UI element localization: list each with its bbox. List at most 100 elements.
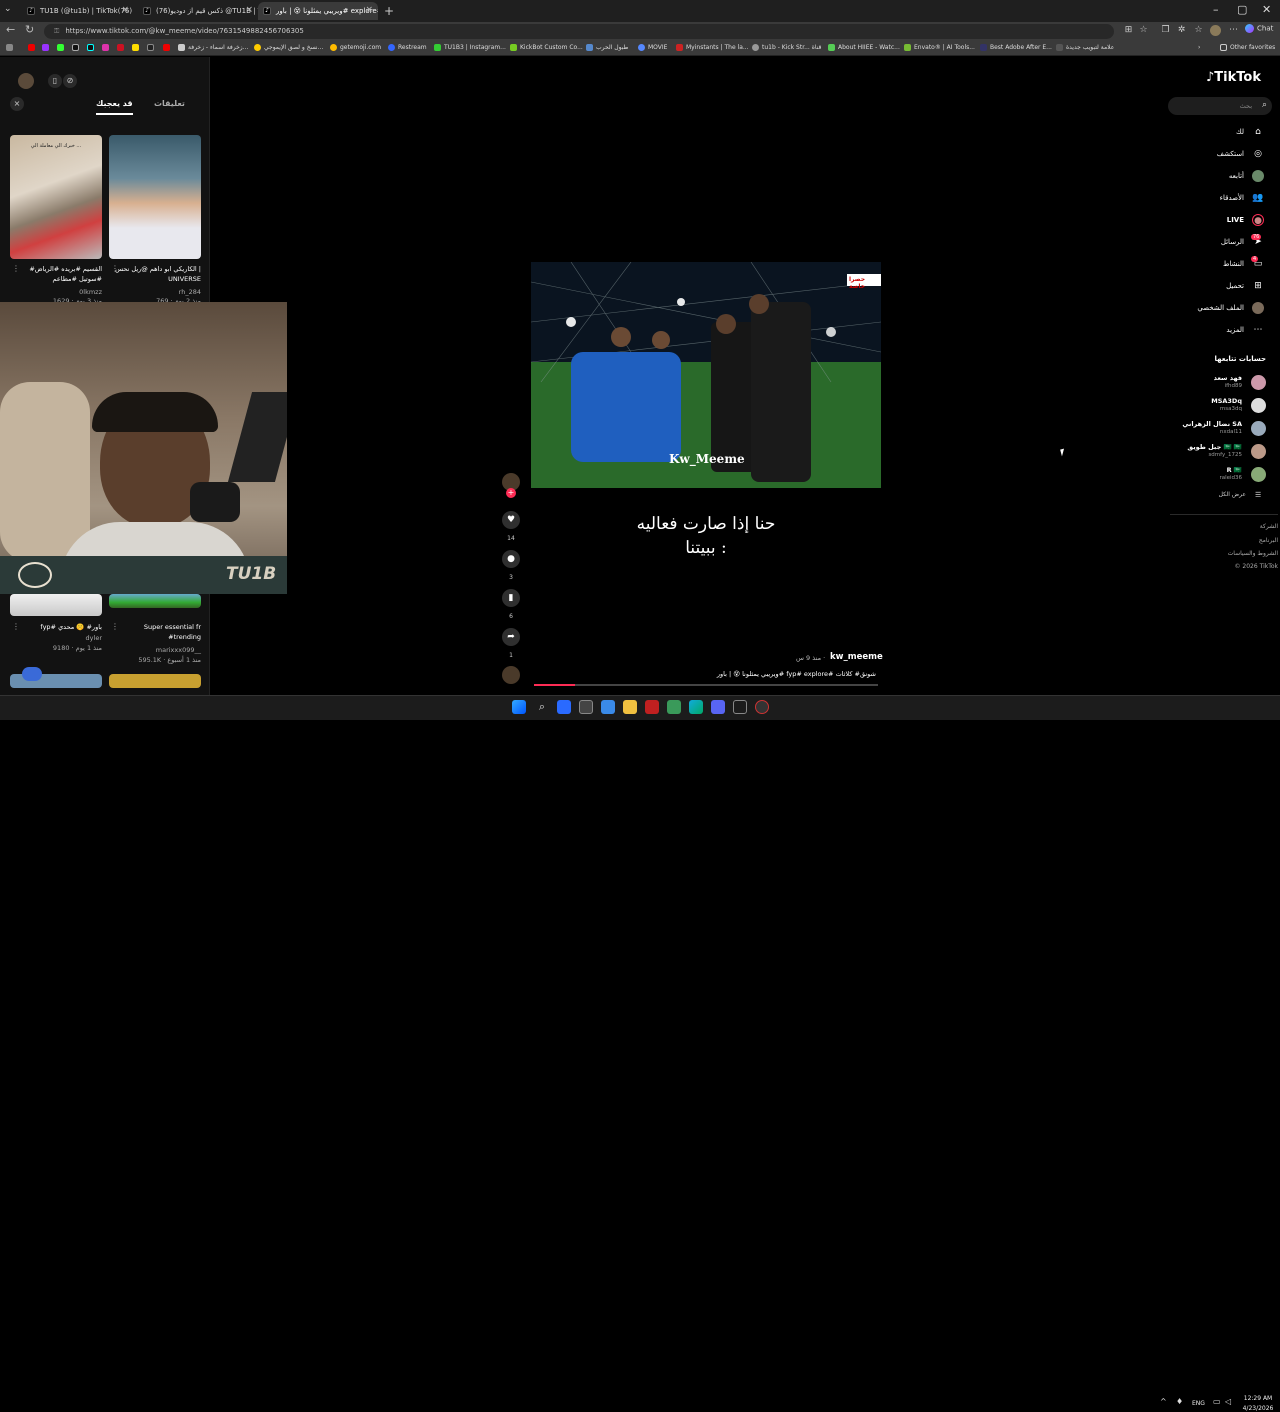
bookmark-icon[interactable] — [147, 43, 157, 53]
nav-friends[interactable]: الأصدقاء 👥 — [1170, 190, 1268, 206]
task-view-icon[interactable] — [579, 700, 593, 714]
tab-comments[interactable]: تعليقات — [154, 99, 185, 108]
edge-icon[interactable] — [689, 700, 703, 714]
video-thumbnail[interactable] — [109, 674, 201, 688]
new-tab-button[interactable]: + — [384, 4, 394, 18]
favorite-star-icon[interactable]: ☆ — [1138, 25, 1149, 36]
bookmark-item[interactable]: Best Adobe After E... — [980, 43, 1052, 53]
video-user[interactable]: 0lkmzz — [10, 288, 102, 296]
photos-icon[interactable] — [601, 700, 615, 714]
close-panel-icon[interactable]: × — [10, 97, 24, 111]
more-options-icon[interactable]: ⋮ — [12, 622, 20, 631]
bookmark-item[interactable]: MOVIE — [638, 43, 667, 53]
bookmark-youtube-icon[interactable] — [163, 43, 173, 53]
bookmark-item[interactable]: علامة لتبويب جديدة — [1056, 43, 1114, 53]
video-player[interactable]: حصرا خاصة Kw_Meeme — [531, 262, 881, 488]
video-caption[interactable]: fyp# باور# 🤫 محدي — [10, 622, 102, 632]
more-options-icon[interactable]: ⋮ — [111, 264, 119, 273]
bookmark-tiktok-icon[interactable] — [87, 43, 97, 53]
minimize-icon[interactable]: – — [1213, 3, 1219, 16]
search-icon[interactable]: ⌕ — [535, 700, 549, 714]
bookmark-item[interactable]: About HIIEE - Watc... — [828, 43, 900, 53]
video-progress-bar[interactable] — [534, 684, 878, 686]
obs-icon[interactable] — [755, 700, 769, 714]
video-caption[interactable]: #القسيم #بريده #الرياض #سوتيل #مطاعم — [10, 264, 102, 284]
footer-link[interactable]: الشركة — [1170, 523, 1278, 530]
account-avatar[interactable] — [18, 73, 34, 89]
close-tab-icon[interactable]: × — [365, 5, 373, 15]
like-icon[interactable]: ♥ — [502, 511, 520, 529]
nav-more[interactable]: المزيد ⋯ — [1170, 322, 1268, 338]
other-favorites[interactable]: Other favorites — [1220, 43, 1275, 53]
nav-upload[interactable]: تحميل ⊞ — [1170, 278, 1268, 294]
video-thumbnail[interactable] — [109, 594, 201, 608]
search-input[interactable]: بحث ⌕ — [1168, 97, 1272, 115]
music-disc-icon[interactable] — [502, 666, 520, 684]
copilot-button[interactable]: Chat — [1245, 24, 1273, 33]
bookmark-pinterest-icon[interactable] — [117, 43, 127, 53]
follow-plus-icon[interactable]: + — [506, 488, 516, 498]
app-icon[interactable] — [645, 700, 659, 714]
bookmark-item[interactable]: getemoji.com — [330, 43, 381, 53]
browser-tab-1[interactable]: ♪ TU1B (@tu1b) | TikTok(76) × — [22, 2, 134, 20]
video-thumbnail[interactable]: خبرك الي معاملة الي ... — [10, 135, 102, 259]
more-options-icon[interactable]: ⋮ — [111, 622, 119, 631]
address-bar[interactable]: ⚿ https://www.tiktok.com/@kw_meeme/video/… — [44, 24, 1114, 39]
tiktok-logo[interactable]: ♪TikTok — [1206, 70, 1261, 85]
volume-icon[interactable]: ◁ — [1225, 1397, 1231, 1406]
video-thumbnail[interactable] — [10, 594, 102, 616]
show-all-link[interactable]: عرض الكل — [1170, 491, 1266, 498]
settings-icon[interactable]: ⊘ — [63, 74, 77, 88]
nav-explore[interactable]: استكشف ◎ — [1170, 146, 1268, 162]
following-account[interactable]: فهد سعد ifhd89 — [1170, 373, 1266, 393]
app-icon[interactable] — [667, 700, 681, 714]
bookmark-item[interactable]: Myinstants | The la... — [676, 43, 749, 53]
discord-icon[interactable] — [711, 700, 725, 714]
input-language[interactable]: ENG — [1192, 1400, 1205, 1407]
tab-for-you[interactable]: قد يعجبك — [96, 99, 133, 115]
search-icon[interactable]: ⌕ — [1262, 100, 1267, 110]
video-user[interactable]: rh_284 — [109, 288, 201, 296]
bookmark-item[interactable]: نسخ و لصق الإيموجي... — [254, 43, 323, 53]
apps-icon[interactable]: ⊞ — [1123, 25, 1134, 36]
start-icon[interactable] — [512, 700, 526, 714]
video-caption[interactable]: Super essential fr #trending — [109, 622, 201, 642]
tray-arrow-icon[interactable]: ^ — [1160, 1397, 1167, 1406]
bookmark-item[interactable]: طبول الحرب — [586, 43, 628, 53]
device-icon[interactable]: ▯ — [48, 74, 62, 88]
video-thumbnail[interactable] — [109, 135, 201, 259]
clock-date[interactable]: 4/23/2026 — [1240, 1405, 1276, 1412]
close-tab-icon[interactable]: × — [245, 5, 253, 15]
nav-profile[interactable]: الملف الشخصي ● — [1170, 300, 1268, 316]
more-options-icon[interactable]: ⋮ — [12, 264, 20, 273]
favorites-icon[interactable]: ☆ — [1193, 25, 1204, 36]
tray-icon[interactable]: ♦ — [1176, 1397, 1183, 1406]
bookmark-kick-icon[interactable] — [57, 43, 67, 53]
following-account[interactable]: نضال الزهراني SA nxdal11 — [1170, 419, 1266, 439]
browser-tab-2[interactable]: ♪ (76)ذكس قيم از دوديو @TU1B | TikTok× — [138, 2, 258, 20]
bookmarks-more-icon[interactable]: › — [1198, 43, 1200, 53]
network-icon[interactable]: ▭ — [1213, 1397, 1221, 1406]
video-user[interactable]: marixxx099__ — [109, 646, 201, 654]
bookmark-x-icon[interactable] — [72, 43, 82, 53]
footer-link[interactable]: الشروط والسياسات — [1170, 550, 1278, 557]
bookmark-item[interactable]: زخرفة اسماء - زخرفة... — [178, 43, 248, 53]
comment-icon[interactable]: ● — [502, 550, 520, 568]
video-caption[interactable]: الكاريكي ابو داهم @ريل نحس | UNIVERSE — [109, 264, 201, 284]
bookmark-youtube-icon[interactable] — [28, 43, 38, 53]
bookmark-icon[interactable]: ▮ — [502, 589, 520, 607]
following-account[interactable]: MSA3Dq msa3dq — [1170, 396, 1266, 416]
bookmark-item[interactable]: TU1B3 | Instagram... — [434, 43, 506, 53]
bookmark-item[interactable]: Envato® | AI Tools... — [904, 43, 975, 53]
bookmark-item[interactable]: tu1b - Kick Str... قناة — [752, 43, 821, 53]
clock-time[interactable]: 12:29 AM — [1240, 1395, 1276, 1402]
bookmark-instagram-icon[interactable] — [102, 43, 112, 53]
nav-live[interactable]: LIVE ● — [1170, 212, 1268, 228]
reload-icon[interactable]: ↻ — [25, 23, 34, 36]
bookmark-item[interactable]: Restream — [388, 43, 427, 53]
bookmark-icon[interactable] — [6, 43, 16, 53]
app-icon[interactable] — [733, 700, 747, 714]
site-info-icon[interactable]: ⚿ — [54, 27, 59, 35]
profile-avatar[interactable] — [1210, 25, 1221, 36]
nav-following[interactable]: أتابعه ● — [1170, 168, 1268, 184]
